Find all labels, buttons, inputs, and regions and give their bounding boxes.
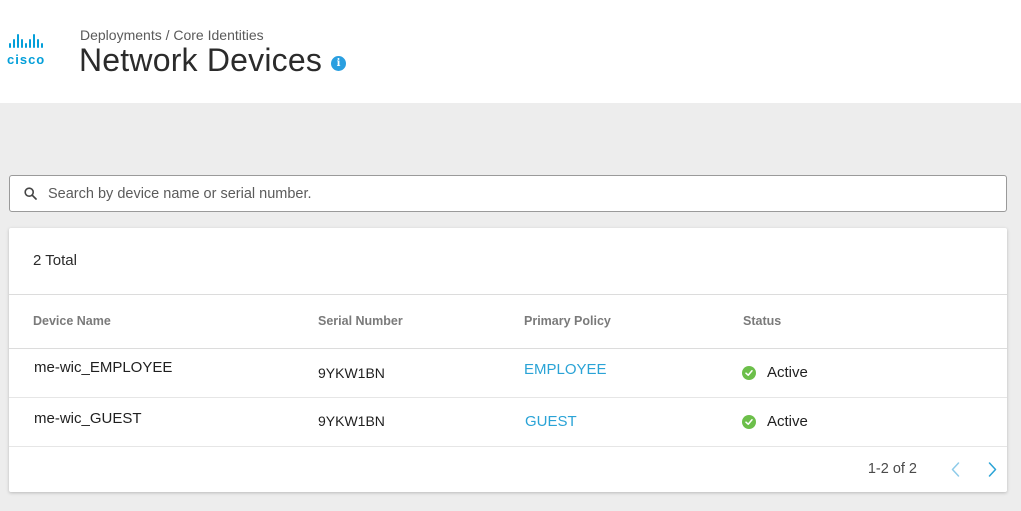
divider [9,446,1007,447]
pagination-range: 1-2 of 2 [867,461,917,477]
serial-number-cell: 9YKW1BN [318,365,385,381]
device-name-cell[interactable]: me-wic_GUEST [34,410,142,427]
page-header: cisco Deployments / Core Identities Netw… [0,0,1021,103]
divider [9,397,1007,398]
column-header-primary-policy[interactable]: Primary Policy [524,314,611,328]
devices-table-card: 2 Total Device Name Serial Number Primar… [9,228,1007,492]
status-cell: Active [742,364,808,381]
chevron-right-icon[interactable] [984,460,1000,478]
total-count: 2 Total [33,252,77,269]
logo-text: cisco [7,52,46,67]
primary-policy-link[interactable]: EMPLOYEE [524,361,607,378]
search-box[interactable] [9,175,1007,212]
search-icon [23,187,37,201]
check-circle-icon [742,414,756,429]
divider [9,348,1007,349]
column-header-status[interactable]: Status [743,314,781,328]
logo-bars [9,34,63,48]
search-input[interactable] [48,185,948,202]
chevron-left-icon[interactable] [947,460,963,478]
page-title: Network Devices [79,42,323,78]
cisco-logo-icon[interactable]: cisco [7,34,63,68]
breadcrumb[interactable]: Deployments / Core Identities [80,27,264,43]
status-text: Active [767,364,808,381]
status-text: Active [767,413,808,430]
column-header-serial-number[interactable]: Serial Number [318,314,403,328]
serial-number-cell: 9YKW1BN [318,413,385,429]
page-title-group: Network Devices i [79,42,347,79]
status-cell: Active [742,413,808,430]
info-icon[interactable]: i [331,56,347,71]
check-circle-icon [742,365,756,380]
device-name-cell[interactable]: me-wic_EMPLOYEE [34,359,172,376]
divider [9,294,1007,295]
primary-policy-link[interactable]: GUEST [525,413,577,430]
column-header-device-name[interactable]: Device Name [33,314,111,328]
